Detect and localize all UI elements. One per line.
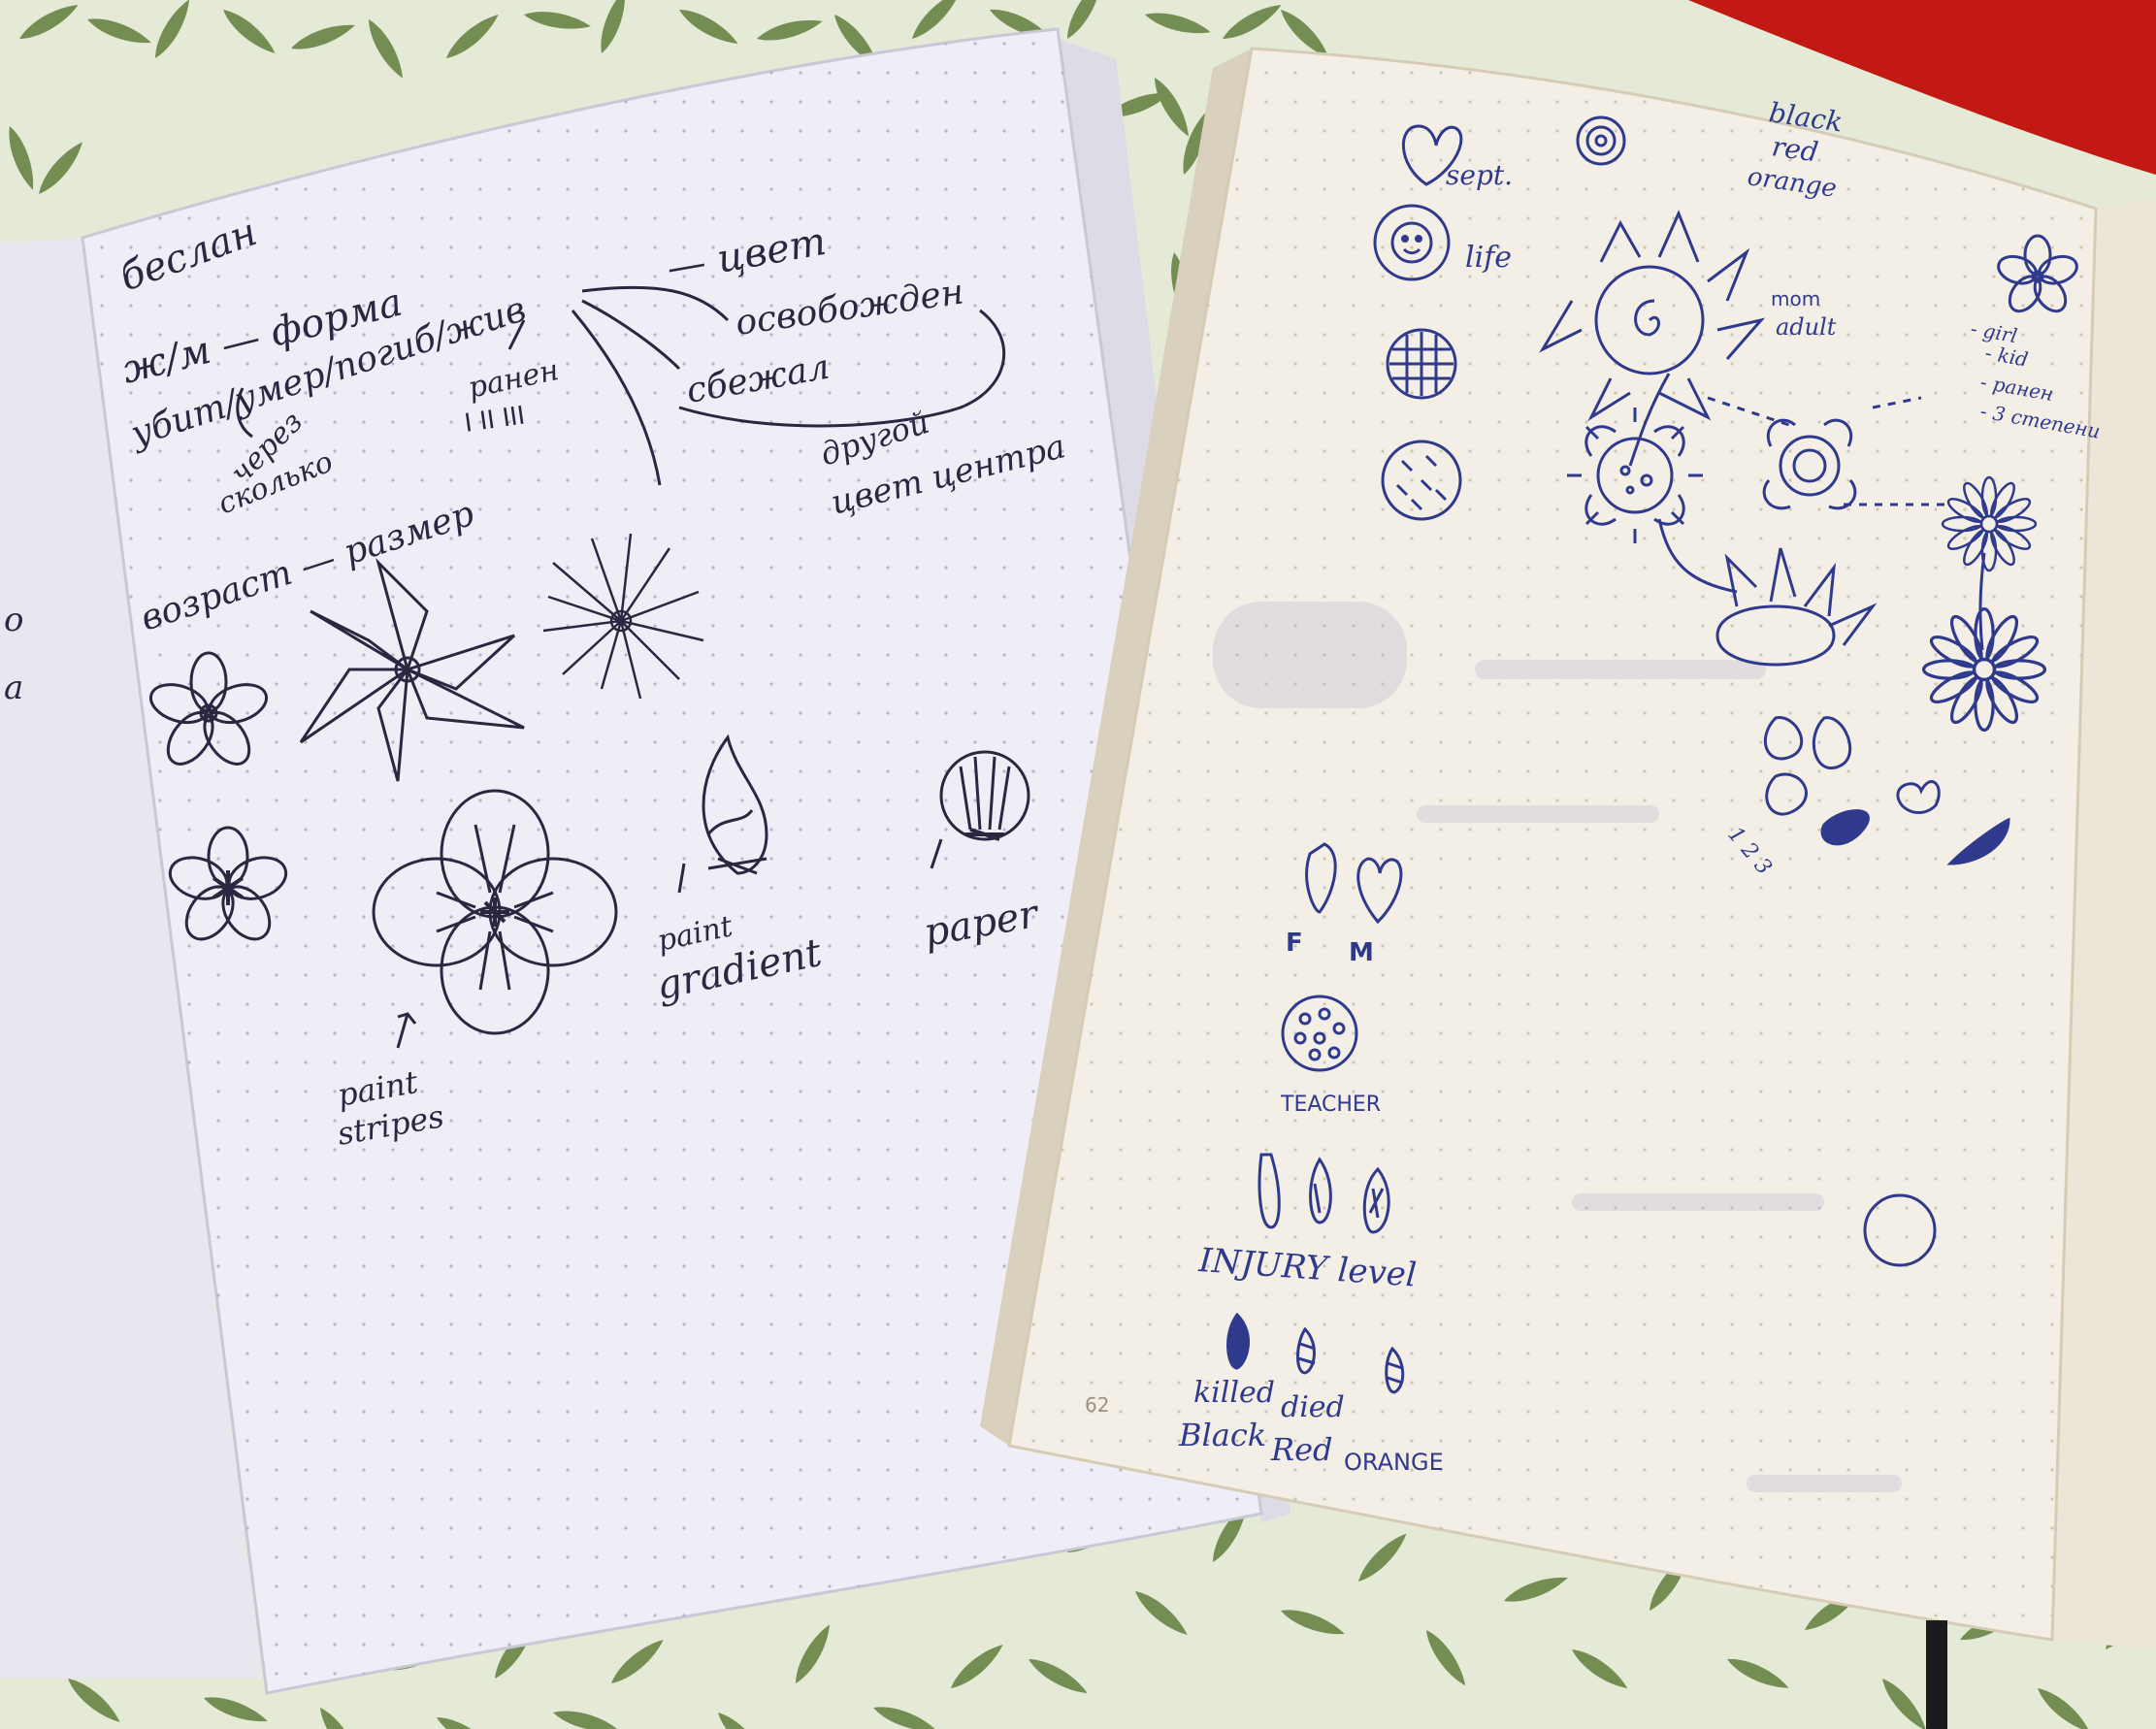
notebook-photo: о а беслан ж/м — форма убит/умер/погиб/ж…: [0, 0, 2156, 1729]
label-mom: mom: [1771, 287, 1820, 310]
crosshatch-circle-icon: [1386, 328, 1457, 400]
label-black: Black: [1178, 1417, 1266, 1453]
label-orange: ORANGE: [1344, 1449, 1444, 1476]
label-teacher: TEACHER: [1280, 1093, 1381, 1117]
page-number: 62: [1085, 1393, 1109, 1417]
label-life: life: [1465, 241, 1512, 275]
label-red: Red: [1270, 1431, 1333, 1468]
label-sept: sept.: [1446, 159, 1513, 191]
label-killed: killed: [1193, 1376, 1275, 1410]
label-m: M: [1349, 938, 1374, 967]
label-died: died: [1281, 1390, 1345, 1424]
notebook-strap: [1926, 1620, 1947, 1729]
left-fragment-o: о: [4, 601, 23, 639]
label-f: F: [1286, 929, 1303, 958]
left-fragment-a: а: [4, 669, 23, 707]
label-adult: adult: [1776, 313, 1837, 341]
colors-note-red: red: [1770, 130, 1820, 168]
